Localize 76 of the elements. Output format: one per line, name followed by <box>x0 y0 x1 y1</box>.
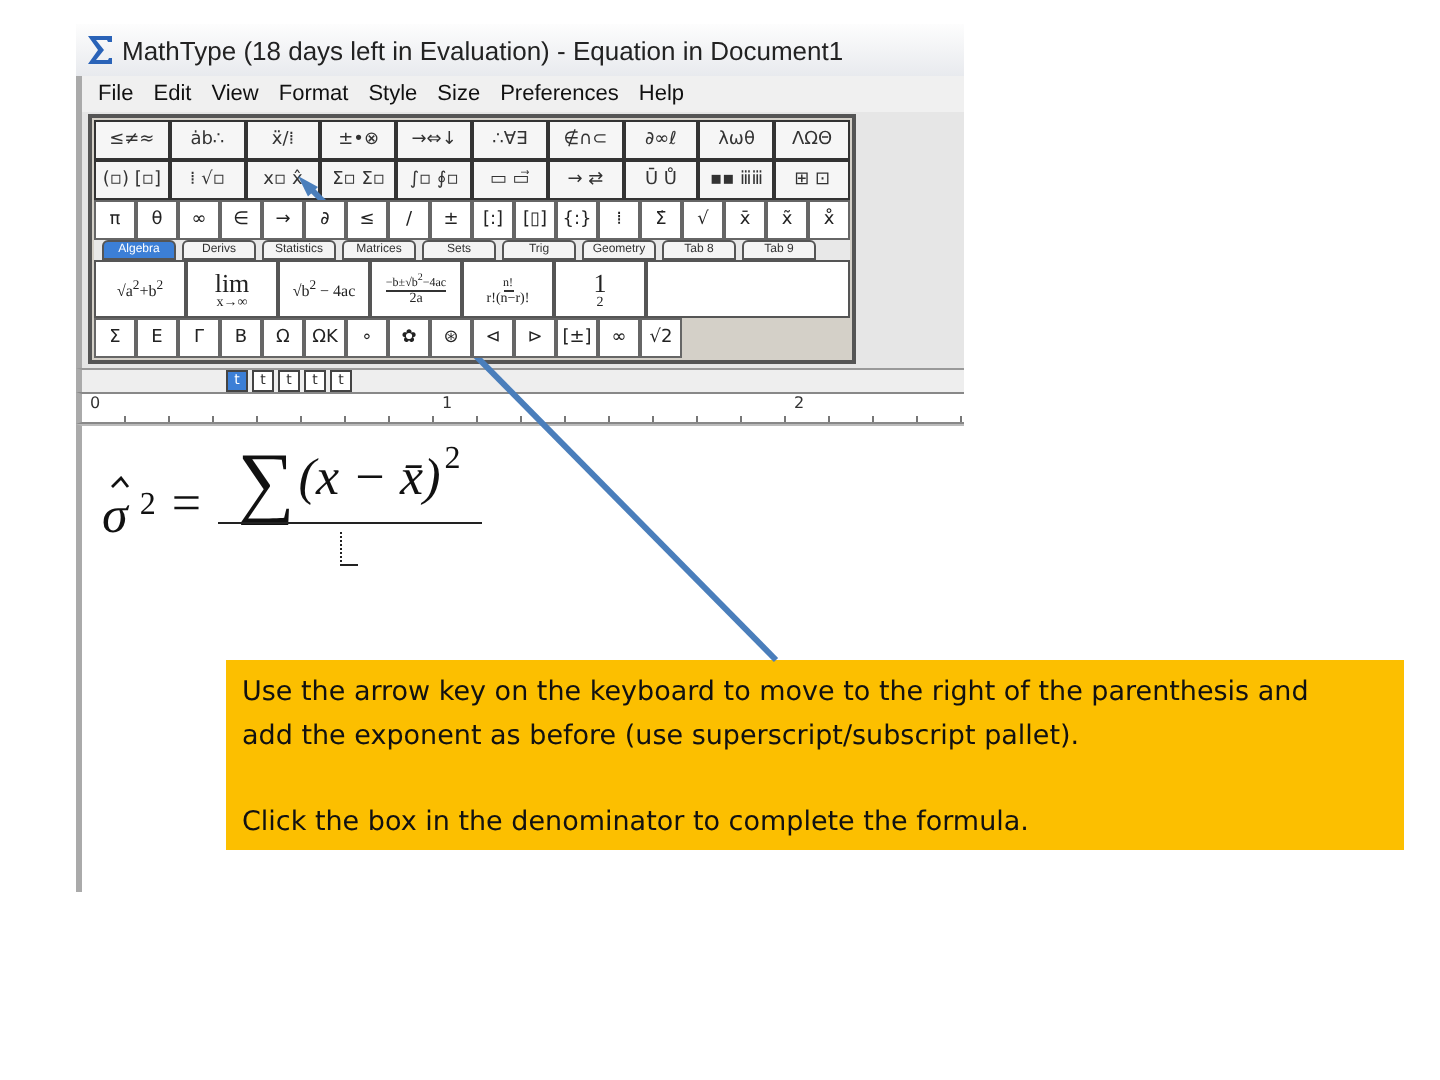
symbol-palette-button[interactable]: ∴∀∃ <box>471 120 548 160</box>
exponent: 2 <box>444 442 461 478</box>
symbol-button[interactable]: {:} <box>556 200 598 240</box>
template-button[interactable]: Ω <box>262 318 304 358</box>
template-button[interactable]: Ε <box>136 318 178 358</box>
template-palette-button[interactable]: ∫▫ ∮▫ <box>396 160 472 200</box>
template-button[interactable]: √b$^{2}$ − 4ac <box>278 260 370 318</box>
template-button[interactable]: ΩΚ <box>304 318 346 358</box>
symbol-palette-button[interactable]: ΛΩΘ <box>774 120 850 160</box>
symbol-button[interactable]: ∞ <box>178 200 220 240</box>
symbol-palette-button[interactable]: ẍ∕⁞ <box>245 120 321 160</box>
template-button[interactable]: ∞ <box>598 318 640 358</box>
symbol-button[interactable]: ∈ <box>220 200 262 240</box>
symbol-button[interactable]: ⁞ <box>598 200 640 240</box>
symbol-button[interactable]: / <box>388 200 430 240</box>
symbol-palette-button[interactable]: ≤≠≈ <box>94 120 170 160</box>
symbol-palette-button[interactable]: ∂∞ℓ <box>623 120 699 160</box>
template-button[interactable]: Σ <box>94 318 136 358</box>
symbol-button[interactable]: ± <box>430 200 472 240</box>
symbol-button[interactable]: √ <box>682 200 724 240</box>
template-button[interactable]: Γ <box>178 318 220 358</box>
template-button[interactable]: √2 <box>640 318 682 358</box>
symbol-palette-button[interactable]: ∉∩⊂ <box>547 120 624 160</box>
sigma-logo-icon <box>84 34 116 66</box>
template-palette-button[interactable]: ⁞ √▫ <box>169 160 246 200</box>
template-button[interactable]: ✿ <box>388 318 430 358</box>
symbol-button[interactable]: [▯] <box>514 200 556 240</box>
symbol-button[interactable]: ≤ <box>346 200 388 240</box>
symbol-button[interactable]: ∂ <box>304 200 346 240</box>
menu-item[interactable]: View <box>211 82 259 106</box>
template-button[interactable]: ⊳ <box>514 318 556 358</box>
symbol-palette-button[interactable]: ȧb∴ <box>169 120 246 160</box>
template-button[interactable]: Β <box>220 318 262 358</box>
menu-item[interactable]: Preferences <box>500 82 619 106</box>
symbol-button[interactable]: Σ̇ <box>640 200 682 240</box>
equation-symbol: σ <box>100 489 131 541</box>
template-palette-button[interactable]: → ⇄ <box>547 160 624 200</box>
hat-accent-icon <box>109 475 130 487</box>
symbol-button[interactable]: θ <box>136 200 178 240</box>
menu-item[interactable]: File <box>98 82 134 106</box>
ruler-number: 2 <box>794 394 805 412</box>
template-palette-button[interactable]: ▭ ▭⃗ <box>471 160 548 200</box>
template-palette-button[interactable]: ⊞ ⊡ <box>774 160 850 200</box>
template-palette-button[interactable]: Ū Ů <box>623 160 699 200</box>
ruler-number: 0 <box>90 394 101 412</box>
menu-item[interactable]: Size <box>437 82 481 106</box>
symbol-button[interactable]: x̊ <box>808 200 850 240</box>
symbol-button[interactable]: π <box>94 200 136 240</box>
template-button[interactable]: [±] <box>556 318 598 358</box>
callout-text: Click the box in the denominator to complete the formula. <box>242 804 1031 842</box>
equation-numerator: (x − x̄) <box>296 446 443 510</box>
template-button[interactable]: ⊛ <box>430 318 472 358</box>
template-palette-button[interactable]: (▫) [▫] <box>94 160 170 200</box>
denominator-slot[interactable] <box>340 532 358 566</box>
symbol-button[interactable]: x̄ <box>724 200 766 240</box>
menu-item[interactable]: Help <box>638 82 685 106</box>
template-button[interactable]: ⊲ <box>472 318 514 358</box>
symbol-palette-button[interactable]: →⇔↓ <box>396 120 472 160</box>
symbol-palette-button[interactable]: ±•⊗ <box>320 120 397 160</box>
menu-item[interactable]: Format <box>278 82 349 106</box>
template-palette-button[interactable]: ▪▪ ⅲⅲ <box>698 160 775 200</box>
menu-item[interactable]: Style <box>368 82 418 106</box>
template-palette-button[interactable]: Σ▫ Σ▫ <box>320 160 397 200</box>
symbol-palette-button[interactable]: λωθ <box>698 120 775 160</box>
symbol-button[interactable]: [:] <box>472 200 514 240</box>
window-title: MathType (18 days left in Evaluation) - Equation in Document1 <box>122 35 844 65</box>
template-button[interactable]: ∘ <box>346 318 388 358</box>
template-palette-button[interactable]: x▫ x̂ <box>245 160 321 200</box>
template-button[interactable]: √a$^{2}$+b$^{2}$ <box>94 260 186 318</box>
exponent: 2 <box>139 487 156 523</box>
callout-text: Use the arrow key on the keyboard to move to the right of the parenthesis and add the exponent as before (use superscript/subscript pallet). <box>242 674 1311 756</box>
symbol-button[interactable]: → <box>262 200 304 240</box>
symbol-button[interactable]: x̃ <box>766 200 808 240</box>
equals-sign: = <box>171 474 201 534</box>
menu-item[interactable]: Edit <box>153 82 192 106</box>
ruler-number: 1 <box>442 394 453 412</box>
